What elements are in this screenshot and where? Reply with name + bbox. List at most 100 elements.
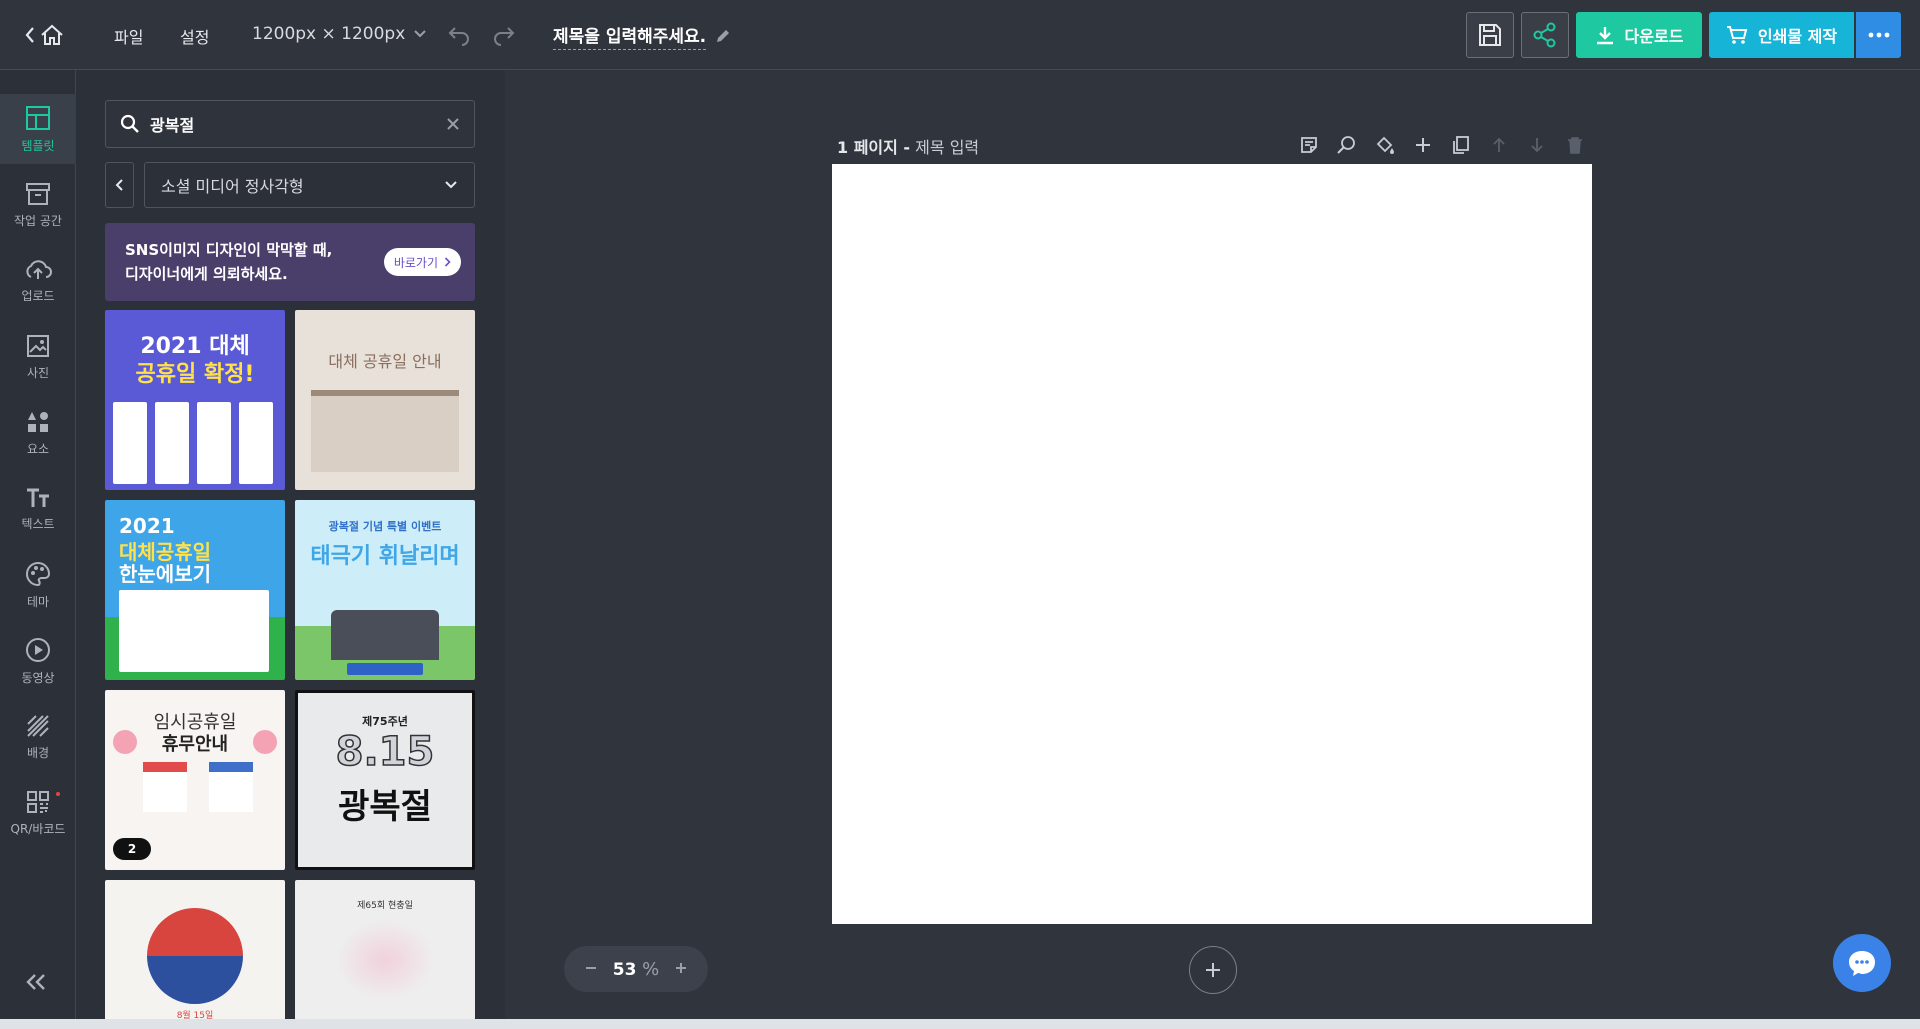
- calendar-card: [239, 402, 273, 484]
- template-panel: 광복절 소셜 미디어 정사각형 SNS이미지 디자인이 막막할 때, 디자이너에…: [76, 70, 505, 1019]
- home-icon: [40, 24, 64, 46]
- arrow-up-icon: [1493, 137, 1505, 152]
- duplicate-page-button[interactable]: [1448, 132, 1474, 158]
- rail-label: 배경: [26, 745, 50, 760]
- home-button[interactable]: [24, 20, 64, 50]
- template-thumbnail[interactable]: 8월 15일: [105, 880, 285, 1019]
- rail-item-template[interactable]: 템플릿: [0, 94, 76, 164]
- rail-item-qr[interactable]: QR/바코드: [0, 778, 76, 848]
- template-subtitle: 제65회 현충일: [357, 901, 413, 911]
- rail-item-workspace[interactable]: 작업 공간: [0, 170, 76, 240]
- floppy-disk-icon: [1477, 22, 1503, 48]
- page-search-button[interactable]: [1334, 132, 1360, 158]
- zoom-in-button[interactable]: [674, 959, 688, 980]
- designer-request-banner[interactable]: SNS이미지 디자인이 막막할 때, 디자이너에게 의뢰하세요. 바로가기: [105, 223, 475, 301]
- plus-icon: [675, 962, 686, 973]
- zoom-value[interactable]: 53: [613, 960, 637, 980]
- chat-support-button[interactable]: [1833, 934, 1891, 992]
- flower-decoration: [113, 730, 137, 754]
- template-thumbnail[interactable]: 제65회 현충일: [295, 880, 475, 1019]
- flower-decoration: [253, 730, 277, 754]
- rail-item-photo[interactable]: 사진: [0, 322, 76, 392]
- memorial-graphic: [335, 920, 435, 1000]
- move-page-down-button[interactable]: [1524, 132, 1550, 158]
- calendar-card: [113, 402, 147, 484]
- template-thumbnail[interactable]: 대체 공휴일 안내: [295, 310, 475, 490]
- template-subtitle: 제75주년: [362, 715, 408, 728]
- chevron-down-icon: [413, 29, 427, 39]
- share-icon: [1532, 22, 1558, 48]
- chevron-left-icon: [24, 26, 36, 44]
- download-label: 다운로드: [1624, 27, 1684, 46]
- collapse-panel-button[interactable]: [24, 972, 48, 992]
- delete-page-button[interactable]: [1562, 132, 1588, 158]
- paint-bucket-icon: [1376, 136, 1394, 154]
- menu-settings[interactable]: 설정: [180, 24, 209, 48]
- banner-go-label: 바로가기: [393, 255, 438, 270]
- category-select[interactable]: 소셜 미디어 정사각형: [144, 162, 475, 208]
- video-icon: [25, 637, 51, 663]
- template-caption: 8월 15일: [176, 1011, 214, 1019]
- zoom-out-button[interactable]: [584, 959, 598, 980]
- canvas-size-value: 1200px × 1200px: [252, 24, 406, 44]
- search-input-value[interactable]: 광복절: [150, 112, 436, 136]
- more-options-button[interactable]: [1856, 12, 1901, 58]
- template-thumbnail[interactable]: 2021 대체공휴일 한눈에보기: [105, 500, 285, 680]
- notification-dot: [56, 792, 60, 796]
- pencil-icon: [714, 27, 732, 45]
- photo-icon: [26, 334, 50, 358]
- download-button[interactable]: 다운로드: [1576, 12, 1702, 58]
- rail-item-video[interactable]: 동영상: [0, 626, 76, 696]
- design-canvas-page[interactable]: [832, 164, 1592, 924]
- banner-line-2: 디자이너에게 의뢰하세요.: [125, 265, 288, 283]
- rail-label: 템플릿: [21, 138, 55, 153]
- template-title: 한눈에보기: [119, 562, 211, 586]
- page-background-color-button[interactable]: [1372, 132, 1398, 158]
- save-button[interactable]: [1466, 12, 1514, 58]
- rail-item-background[interactable]: 배경: [0, 702, 76, 772]
- template-thumbnail[interactable]: 2021 대체 공휴일 확정!: [105, 310, 285, 490]
- calendar-card: [197, 402, 231, 484]
- rail-item-theme[interactable]: 테마: [0, 550, 76, 620]
- undo-icon: [447, 22, 471, 46]
- canvas-size-select[interactable]: 1200px × 1200px: [252, 24, 427, 44]
- chat-bubble-icon: [1849, 951, 1875, 976]
- document-title[interactable]: 제목을 입력해주세요.: [553, 22, 732, 50]
- menu-file[interactable]: 파일: [114, 24, 143, 48]
- page-title-input[interactable]: 제목 입력: [915, 138, 979, 157]
- template-thumbnail[interactable]: 임시공휴일 휴무안내 2: [105, 690, 285, 870]
- template-thumbnail[interactable]: 광복절 기념 특별 이벤트 태극기 휘날리며: [295, 500, 475, 680]
- template-thumbnail[interactable]: 제75주년 8.15 광복절: [295, 690, 475, 870]
- rail-item-elements[interactable]: 요소: [0, 398, 76, 468]
- people-illustration: [331, 610, 439, 660]
- rail-item-text[interactable]: 텍스트: [0, 474, 76, 544]
- category-back-button[interactable]: [105, 162, 134, 208]
- add-page-button[interactable]: [1189, 946, 1237, 994]
- qr-icon: [26, 790, 50, 814]
- rail-item-upload[interactable]: 업로드: [0, 246, 76, 316]
- double-chevron-left-icon: [26, 974, 45, 990]
- template-number: 8.15: [335, 728, 435, 776]
- print-order-button[interactable]: 인쇄물 제작: [1709, 12, 1854, 58]
- rail-label: QR/바코드: [10, 821, 66, 836]
- banner-text: SNS이미지 디자인이 막막할 때, 디자이너에게 의뢰하세요.: [125, 238, 332, 286]
- move-page-up-button[interactable]: [1486, 132, 1512, 158]
- workspace-icon: [25, 182, 51, 206]
- document-title-text: 제목을 입력해주세요.: [553, 22, 707, 50]
- page-number: 1 페이지 -: [837, 138, 911, 157]
- upload-icon: [24, 259, 52, 281]
- undo-button[interactable]: [447, 22, 471, 46]
- page-note-button[interactable]: [1296, 132, 1322, 158]
- magic-search-icon: [1337, 136, 1355, 154]
- cart-icon: [1726, 25, 1748, 45]
- calendar-card: [155, 402, 189, 484]
- clear-icon[interactable]: [446, 117, 460, 131]
- share-button[interactable]: [1521, 12, 1569, 58]
- template-search[interactable]: 광복절: [105, 100, 475, 148]
- calendar-mon: [209, 762, 253, 812]
- left-rail: 템플릿 작업 공간 업로드 사진 요소 텍스트 테마 동영상 배경 QR/바코드: [0, 70, 76, 1029]
- banner-go-button[interactable]: 바로가기: [383, 248, 461, 276]
- redo-button[interactable]: [492, 22, 516, 46]
- add-page-toolbar-button[interactable]: [1410, 132, 1436, 158]
- rail-label: 작업 공간: [14, 213, 62, 228]
